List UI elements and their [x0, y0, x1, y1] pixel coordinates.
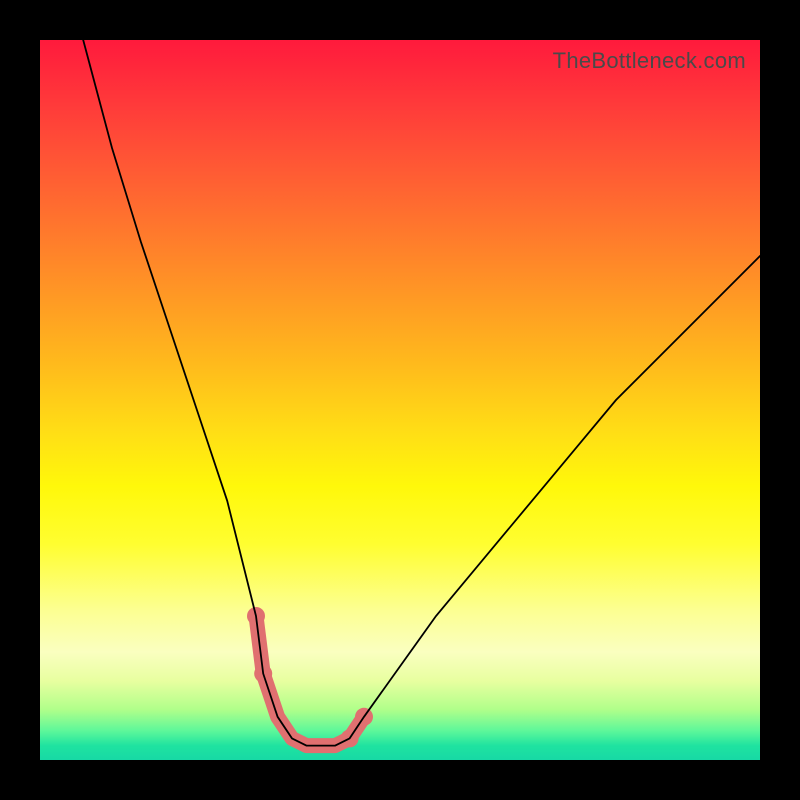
- bottleneck-curve: [83, 40, 760, 746]
- highlighted-markers: [247, 607, 373, 747]
- plot-area: TheBottleneck.com: [40, 40, 760, 760]
- chart-svg: [40, 40, 760, 760]
- chart-container: TheBottleneck.com: [0, 0, 800, 800]
- valley-marker-stroke: [256, 616, 364, 746]
